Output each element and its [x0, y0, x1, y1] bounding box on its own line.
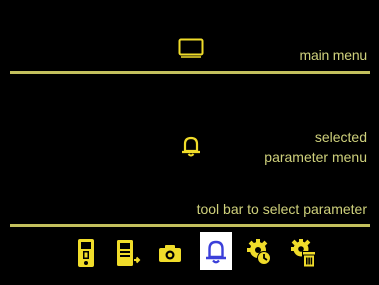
- toolbar-item-camera[interactable]: [154, 236, 186, 270]
- toolbar-item-alarm[interactable]: [200, 232, 232, 270]
- camera-icon: [157, 242, 183, 264]
- gear-clock-icon: [246, 238, 274, 268]
- toolbar-item-export[interactable]: [112, 236, 144, 270]
- main-menu-divider: [10, 71, 370, 74]
- parameter-menu-label-line1: selected: [314, 129, 367, 145]
- toolbar-label: tool bar to select parameter: [196, 201, 367, 217]
- device-icon: [75, 238, 97, 268]
- toolbar-item-gear-trash[interactable]: [288, 236, 320, 270]
- monitor-icon: [178, 38, 204, 58]
- parameter-menu-label: selected parameter menu: [264, 127, 367, 167]
- parameter-menu-label-line2: parameter menu: [264, 149, 367, 165]
- toolbar-item-device[interactable]: [70, 236, 102, 270]
- parameter-toolbar: [66, 230, 336, 276]
- bell-icon: [179, 134, 203, 158]
- toolbar-item-gear-clock[interactable]: [244, 236, 276, 270]
- gear-trash-icon: [290, 238, 318, 268]
- export-icon: [115, 238, 141, 268]
- main-menu-label: main menu: [299, 47, 368, 63]
- bell-icon: [203, 237, 229, 265]
- toolbar-divider: [10, 224, 370, 227]
